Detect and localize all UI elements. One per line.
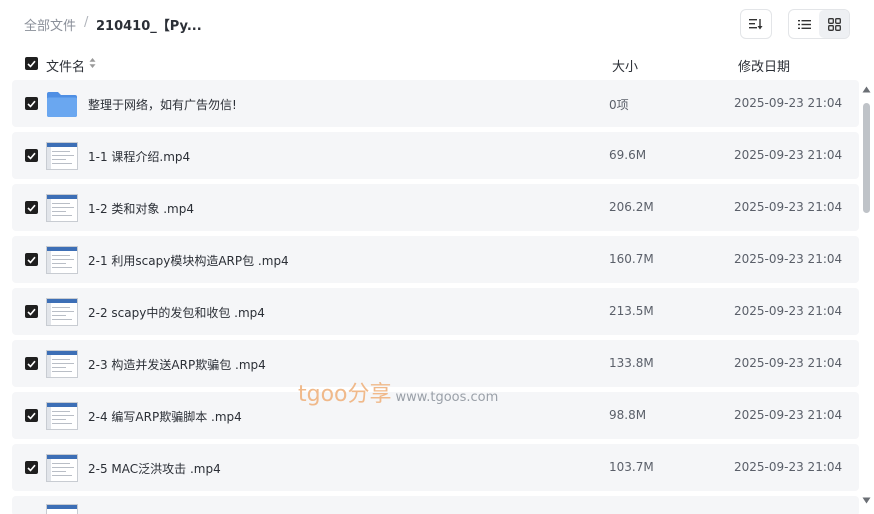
scrollbar-thumb[interactable] <box>863 103 870 213</box>
breadcrumb-separator: / <box>84 15 89 30</box>
file-size: 98.8M <box>609 408 647 422</box>
top-bar: 全部文件 / 210410_【Py... <box>0 0 874 48</box>
file-date: 2025-09-23 21:04 <box>734 200 843 214</box>
row-checkbox[interactable] <box>25 149 38 162</box>
file-name[interactable]: 2-2 scapy中的发包和收包 .mp4 <box>88 304 265 321</box>
column-header: 文件名 大小 修改日期 <box>0 50 874 78</box>
file-row[interactable]: 1-2 类和对象 .mp4 206.2M 2025-09-23 21:04 <box>12 184 859 231</box>
file-size: 69.6M <box>609 148 647 162</box>
file-date: 2025-09-23 21:04 <box>734 408 843 422</box>
row-checkbox[interactable] <box>25 461 38 474</box>
breadcrumb-root[interactable]: 全部文件 <box>24 15 76 34</box>
column-size[interactable]: 大小 <box>612 56 638 75</box>
folder-icon <box>47 92 77 117</box>
scroll-up-arrow-icon[interactable] <box>862 86 871 93</box>
sort-button[interactable] <box>740 9 772 39</box>
video-thumbnail-icon <box>46 194 78 222</box>
scroll-down-arrow-icon[interactable] <box>862 497 871 504</box>
file-name[interactable]: 1-1 课程介绍.mp4 <box>88 148 190 165</box>
file-date: 2025-09-23 21:04 <box>734 96 843 110</box>
file-name[interactable]: 2-1 利用scapy模块构造ARP包 .mp4 <box>88 252 289 269</box>
check-icon <box>27 60 36 68</box>
file-size: 133.8M <box>609 356 654 370</box>
row-checkbox[interactable] <box>25 253 38 266</box>
check-icon <box>27 256 36 264</box>
file-name[interactable]: 2-4 编写ARP欺骗脚本 .mp4 <box>88 408 242 425</box>
watermark-url: www.tgoos.com <box>395 390 499 405</box>
row-checkbox[interactable] <box>25 97 38 110</box>
file-row[interactable]: 2-1 利用scapy模块构造ARP包 .mp4 160.7M 2025-09-23… <box>12 236 859 283</box>
check-icon <box>27 100 36 108</box>
check-icon <box>27 360 36 368</box>
file-list: 整理于网络，如有广告勿信! 0项 2025-09-23 21:04 1-1 课程介绍.… <box>12 80 859 514</box>
file-date: 2025-09-23 21:04 <box>734 148 843 162</box>
check-icon <box>27 464 36 472</box>
sort-arrows-icon[interactable] <box>89 57 96 69</box>
select-all-checkbox[interactable] <box>25 57 38 70</box>
check-icon <box>27 412 36 420</box>
row-checkbox[interactable] <box>25 409 38 422</box>
video-thumbnail-icon <box>46 246 78 274</box>
file-row[interactable]: 2-5 MAC泛洪攻击 .mp4 103.7M 2025-09-23 21:04 <box>12 444 859 491</box>
video-thumbnail-icon <box>46 142 78 170</box>
file-size: 160.7M <box>609 252 654 266</box>
file-date: 2025-09-23 21:04 <box>734 252 843 266</box>
row-checkbox[interactable] <box>25 201 38 214</box>
file-date: 2025-09-23 21:04 <box>734 356 843 370</box>
file-name[interactable]: 2-5 MAC泛洪攻击 .mp4 <box>88 460 221 477</box>
video-thumbnail-icon <box>46 298 78 326</box>
view-toggle <box>788 9 850 39</box>
video-thumbnail-icon <box>46 350 78 378</box>
breadcrumb-current: 210410_【Py... <box>96 19 202 34</box>
file-row[interactable]: 1-1 课程介绍.mp4 69.6M 2025-09-23 21:04 <box>12 132 859 179</box>
file-size: 0项 <box>609 98 629 112</box>
check-icon <box>27 308 36 316</box>
column-date[interactable]: 修改日期 <box>738 56 790 75</box>
video-thumbnail-icon <box>46 504 78 514</box>
grid-view-button[interactable] <box>819 10 849 38</box>
file-name[interactable]: 整理于网络，如有广告勿信! <box>88 96 237 113</box>
file-date: 2025-09-23 21:04 <box>734 304 843 318</box>
file-row-partial[interactable] <box>12 496 859 514</box>
sort-icon <box>749 19 763 30</box>
video-thumbnail-icon <box>46 454 78 482</box>
file-name[interactable]: 1-2 类和对象 .mp4 <box>88 200 194 217</box>
row-checkbox[interactable] <box>25 357 38 370</box>
watermark-brand: tgoo分享 <box>298 382 392 407</box>
check-icon <box>27 204 36 212</box>
folder-row[interactable]: 整理于网络，如有广告勿信! 0项 2025-09-23 21:04 <box>12 80 859 127</box>
file-size: 206.2M <box>609 200 654 214</box>
file-row[interactable]: 2-2 scapy中的发包和收包 .mp4 213.5M 2025-09-23 21… <box>12 288 859 335</box>
list-view-icon <box>797 19 811 29</box>
file-date: 2025-09-23 21:04 <box>734 460 843 474</box>
column-name[interactable]: 文件名 <box>46 56 85 75</box>
folder-thumbnail <box>46 90 78 118</box>
file-size: 103.7M <box>609 460 654 474</box>
watermark: tgoo分享 www.tgoos.com <box>298 376 498 408</box>
list-view-button[interactable] <box>789 10 819 38</box>
check-icon <box>27 152 36 160</box>
file-name[interactable]: 2-3 构造并发送ARP欺骗包 .mp4 <box>88 356 266 373</box>
file-size: 213.5M <box>609 304 654 318</box>
video-thumbnail-icon <box>46 402 78 430</box>
grid-view-icon <box>827 17 841 31</box>
row-checkbox[interactable] <box>25 305 38 318</box>
